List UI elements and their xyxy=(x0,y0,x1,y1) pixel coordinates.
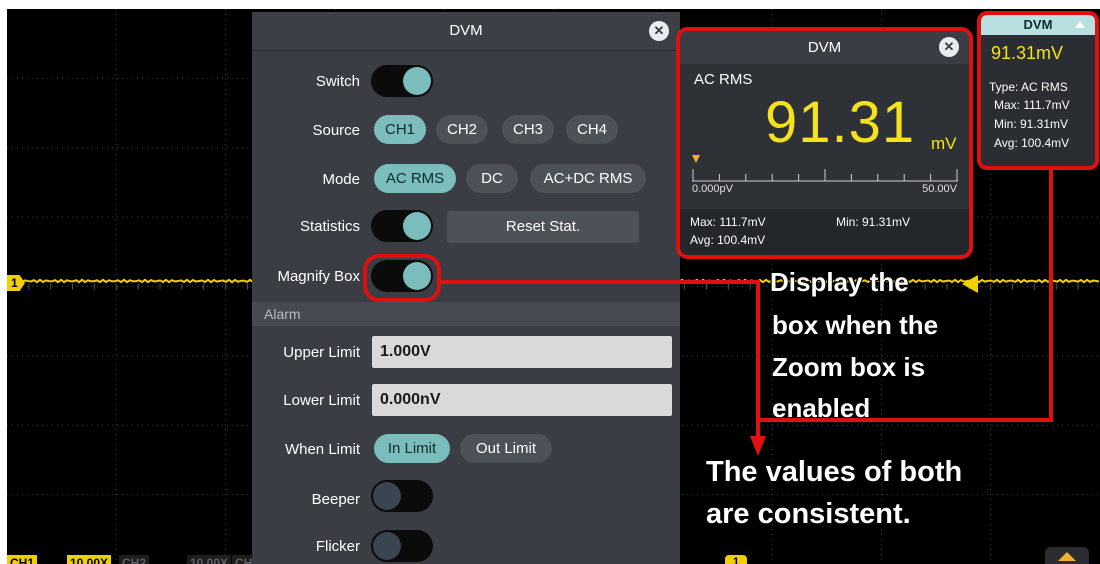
annotation-display-line4: enabled xyxy=(772,393,871,424)
magnify-toggle-highlight xyxy=(363,254,441,302)
trigger-level-marker xyxy=(962,275,978,293)
annotation-display-line3: Zoom box is xyxy=(772,352,926,383)
callout-line xyxy=(439,280,760,440)
annotation-display-line1: Display the xyxy=(770,267,909,298)
annotation-consistent-line2: are consistent. xyxy=(706,498,911,531)
callout-arrowhead xyxy=(750,436,766,456)
annotation-consistent-line1: The values of both xyxy=(706,456,963,489)
annotation-display-line2: box when the xyxy=(772,310,939,341)
